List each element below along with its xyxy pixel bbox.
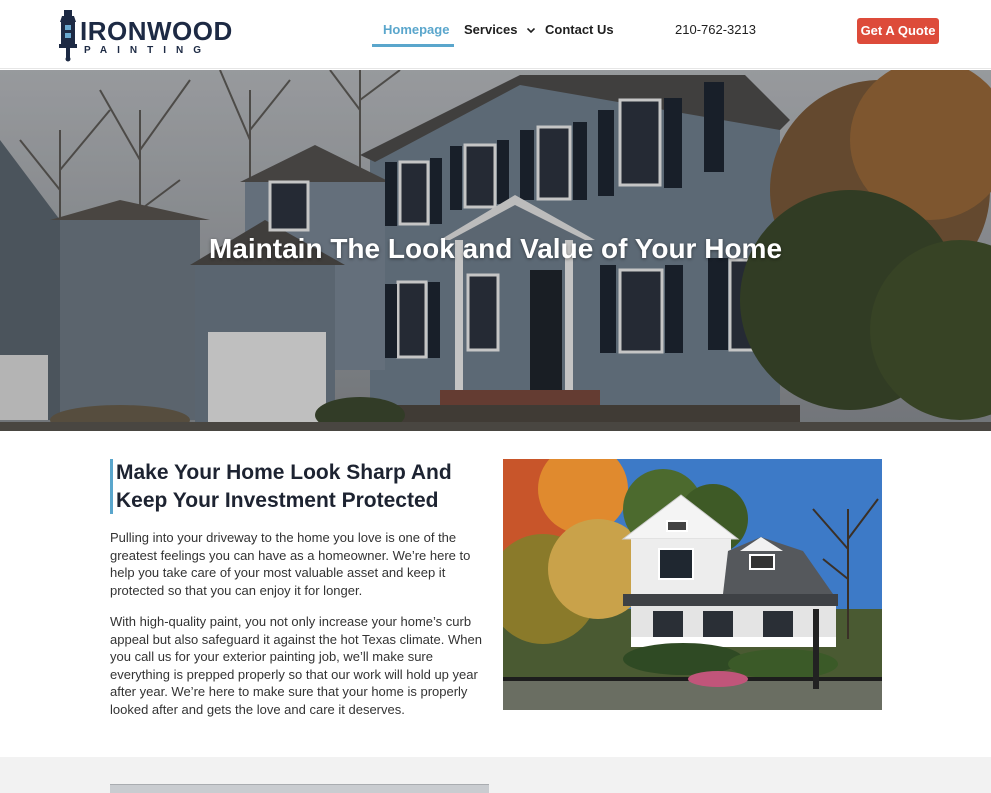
brand-name-sub: PAINTING: [84, 45, 212, 56]
intro-paragraph-2: With high-quality paint, you not only in…: [110, 614, 482, 717]
site-header: IRONWOOD PAINTING Homepage Services Cont…: [0, 0, 991, 69]
intro-heading: Make Your Home Look Sharp And Keep Your …: [116, 461, 452, 512]
next-section-band: [0, 757, 991, 793]
heading-accent-bar: [110, 459, 113, 514]
next-section-image: [110, 784, 489, 793]
nav-active-indicator: [372, 44, 454, 47]
hero-title: Maintain The Look and Value of Your Home: [208, 233, 783, 264]
nav-item-services-label: Services: [464, 22, 518, 37]
white-house-photo: [503, 459, 882, 710]
brand-logo[interactable]: IRONWOOD PAINTING: [56, 8, 232, 62]
chevron-down-icon: [527, 28, 536, 33]
nav-item-contact-us[interactable]: Contact Us: [545, 22, 614, 37]
get-a-quote-button[interactable]: Get A Quote: [857, 18, 939, 44]
intro-paragraph-1: Pulling into your driveway to the home y…: [110, 530, 471, 598]
phone-number-link[interactable]: 210-762-3213: [675, 22, 756, 37]
brand-name-main: IRONWOOD: [80, 16, 233, 46]
nav-item-homepage[interactable]: Homepage: [383, 22, 449, 37]
nav-item-services[interactable]: Services: [464, 22, 536, 37]
paintbrush-lighthouse-logo-icon: [59, 10, 77, 62]
hero-banner: Maintain The Look and Value of Your Home: [0, 70, 991, 431]
